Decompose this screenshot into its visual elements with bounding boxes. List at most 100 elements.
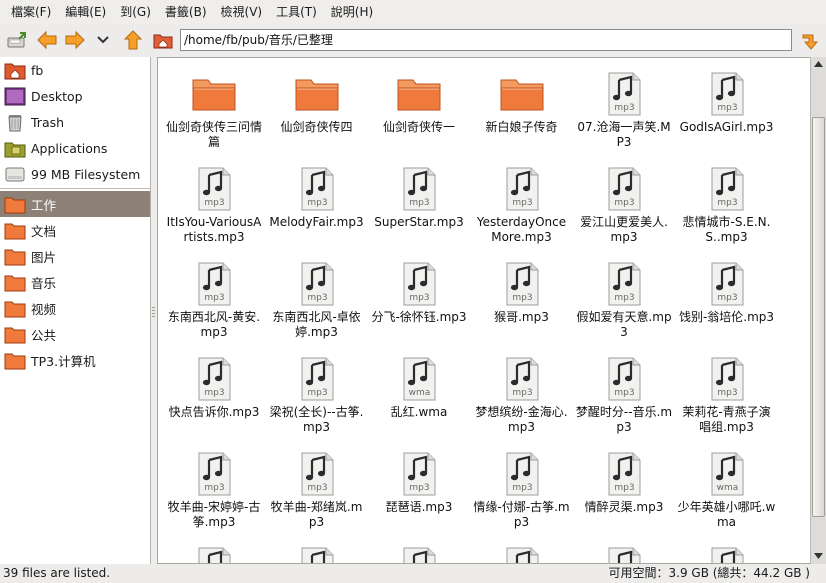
menu-help[interactable]: 說明(H) bbox=[324, 1, 380, 23]
audio-file-item[interactable]: wma 乱红.wma bbox=[366, 355, 472, 420]
audio-file-item[interactable]: mp3 MelodyFair.mp3 bbox=[264, 165, 370, 230]
audio-file-item[interactable]: mp3 琵琶语.mp3 bbox=[366, 450, 472, 515]
up-button[interactable] bbox=[120, 27, 146, 53]
sidebar-item-bookmark[interactable]: 音乐 bbox=[0, 269, 150, 295]
audio-file-item[interactable]: mp3 YesterdayOnceMore.mp3 bbox=[469, 165, 575, 245]
menu-edit[interactable]: 編輯(E) bbox=[58, 1, 113, 23]
sidebar-item-bookmark[interactable]: 工作 bbox=[0, 191, 150, 217]
file-name-label: YesterdayOnceMore.mp3 bbox=[476, 215, 567, 244]
reload-icon bbox=[802, 34, 819, 50]
audio-file-item[interactable]: mp3 茉莉花-青燕子演唱组.mp3 bbox=[674, 355, 780, 435]
audio-file-item[interactable]: mp3 假如爱有天意.mp3 bbox=[571, 260, 677, 340]
location-bar[interactable]: /home/fb/pub/音乐/已整理 bbox=[180, 29, 792, 51]
sidebar-item-bookmark[interactable]: 公共 bbox=[0, 321, 150, 347]
audio-file-item[interactable]: mp3 饯别-翁培伦.mp3 bbox=[674, 260, 780, 325]
sidebar-item-bookmark[interactable]: 图片 bbox=[0, 243, 150, 269]
sidebar-item-applications[interactable]: Applications bbox=[0, 135, 150, 161]
audio-file-icon: mp3 bbox=[469, 165, 575, 213]
back-button[interactable] bbox=[34, 27, 60, 53]
sidebar-item-bookmark[interactable]: 文档 bbox=[0, 217, 150, 243]
audio-file-icon: wma bbox=[366, 355, 472, 403]
history-dropdown-button[interactable] bbox=[92, 27, 114, 53]
folder-icon bbox=[3, 348, 27, 372]
sidebar-item-trash[interactable]: Trash bbox=[0, 109, 150, 135]
forward-button[interactable] bbox=[62, 27, 88, 53]
reload-button[interactable] bbox=[796, 27, 822, 53]
audio-file-item[interactable]: mp3 情缘-付娜-古筝.mp3 bbox=[469, 450, 575, 530]
audio-file-item[interactable]: wma 少年英雄小哪吒.wma bbox=[674, 450, 780, 530]
folder-item[interactable]: 仙剑奇侠传四 bbox=[264, 70, 370, 135]
home-folder-icon bbox=[153, 34, 173, 49]
scrollbar-thumb[interactable] bbox=[812, 117, 825, 517]
sidebar-item-bookmark[interactable]: 视频 bbox=[0, 295, 150, 321]
audio-file-item[interactable]: mp3 梦想缤纷-金海心.mp3 bbox=[469, 355, 575, 435]
folder-icon bbox=[161, 70, 267, 118]
sidebar-item-filesystem[interactable]: 99 MB Filesystem bbox=[0, 161, 150, 187]
audio-file-item[interactable]: mp3 牧羊曲-郑绪岚.mp3 bbox=[264, 450, 370, 530]
audio-file-item[interactable]: mp3 东南西北风-黄安.mp3 bbox=[161, 260, 267, 340]
audio-file-icon: mp3 bbox=[571, 545, 677, 563]
svg-text:mp3: mp3 bbox=[204, 198, 224, 208]
audio-file-item[interactable]: mp3 分飞-徐怀钰.mp3 bbox=[366, 260, 472, 325]
audio-file-item[interactable]: mp3 快点告诉你.mp3 bbox=[161, 355, 267, 420]
file-icon-view[interactable]: 仙剑奇侠传三问情篇 仙剑奇侠传四 仙剑奇侠传一 新白娘子传奇 mp3 07.沧海一声笑.M… bbox=[157, 57, 810, 564]
audio-file-item[interactable]: mp3 猴哥.mp3 bbox=[469, 260, 575, 325]
svg-text:mp3: mp3 bbox=[614, 483, 634, 493]
audio-file-item[interactable]: mp3 07.沧海一声笑.MP3 bbox=[571, 70, 677, 150]
scroll-up-button[interactable] bbox=[811, 57, 826, 71]
folder-item[interactable]: 仙剑奇侠传一 bbox=[366, 70, 472, 135]
menu-file[interactable]: 檔案(F) bbox=[4, 1, 58, 23]
svg-text:mp3: mp3 bbox=[512, 198, 532, 208]
home-button[interactable] bbox=[150, 27, 176, 53]
audio-file-item[interactable]: mp3 SuperStar.mp3 bbox=[366, 165, 472, 230]
folder-item[interactable]: 仙剑奇侠传三问情篇 bbox=[161, 70, 267, 150]
menu-go[interactable]: 到(G) bbox=[113, 1, 158, 23]
audio-file-item[interactable]: mp3 东南西北风-卓依婷.mp3 bbox=[264, 260, 370, 340]
svg-text:mp3: mp3 bbox=[614, 103, 634, 113]
folder-icon bbox=[3, 192, 27, 216]
audio-file-icon: mp3 bbox=[674, 545, 780, 563]
audio-file-icon: mp3 bbox=[264, 355, 370, 403]
audio-file-item[interactable]: mp3 bbox=[571, 545, 677, 563]
audio-file-icon: mp3 bbox=[469, 260, 575, 308]
scroll-down-button[interactable] bbox=[811, 549, 826, 563]
sidebar-item-home[interactable]: fb bbox=[0, 57, 150, 83]
audio-file-item[interactable]: mp3 GodIsAGirl.mp3 bbox=[674, 70, 780, 135]
audio-file-item[interactable]: mp3 bbox=[469, 545, 575, 563]
audio-file-item[interactable]: mp3 bbox=[161, 545, 267, 563]
sidebar: fb Desktop Trash Applications 99 MB File… bbox=[0, 57, 151, 564]
audio-file-item[interactable]: mp3 梦醒时分--音乐.mp3 bbox=[571, 355, 677, 435]
audio-file-item[interactable]: mp3 ItIsYou-VariousArtists.mp3 bbox=[161, 165, 267, 245]
menu-tools[interactable]: 工具(T) bbox=[269, 1, 324, 23]
svg-text:mp3: mp3 bbox=[614, 198, 634, 208]
audio-file-item[interactable]: mp3 悲情城市-S.E.N.S..mp3 bbox=[674, 165, 780, 245]
sidebar-item-desktop[interactable]: Desktop bbox=[0, 83, 150, 109]
triangle-down-icon bbox=[814, 553, 823, 559]
audio-file-icon: mp3 bbox=[161, 260, 267, 308]
audio-file-item[interactable]: mp3 梁祝(全长)--古筝.mp3 bbox=[264, 355, 370, 435]
file-name-label: 假如爱有天意.mp3 bbox=[576, 310, 672, 339]
menu-bookmarks[interactable]: 書籤(B) bbox=[158, 1, 214, 23]
file-name-label: 悲情城市-S.E.N.S..mp3 bbox=[682, 215, 771, 244]
audio-file-icon: mp3 bbox=[571, 260, 677, 308]
menu-view[interactable]: 檢視(V) bbox=[214, 1, 270, 23]
audio-file-icon: mp3 bbox=[469, 450, 575, 498]
audio-file-icon: mp3 bbox=[161, 450, 267, 498]
sidebar-item-bookmark[interactable]: TP3.计算机 bbox=[0, 347, 150, 373]
home-folder-icon bbox=[3, 58, 27, 82]
folder-icon bbox=[3, 296, 27, 320]
folder-item[interactable]: 新白娘子传奇 bbox=[469, 70, 575, 135]
audio-file-item[interactable]: mp3 bbox=[366, 545, 472, 563]
audio-file-item[interactable]: mp3 爱江山更爱美人.mp3 bbox=[571, 165, 677, 245]
audio-file-item[interactable]: mp3 牧羊曲-宋婷婷-古筝.mp3 bbox=[161, 450, 267, 530]
applications-icon bbox=[3, 136, 27, 160]
audio-file-item[interactable]: mp3 bbox=[674, 545, 780, 563]
audio-file-icon: mp3 bbox=[469, 545, 575, 563]
svg-text:mp3: mp3 bbox=[717, 198, 737, 208]
folder-icon bbox=[469, 70, 575, 118]
edit-location-button[interactable] bbox=[4, 27, 30, 53]
vertical-scrollbar[interactable] bbox=[810, 57, 826, 564]
audio-file-item[interactable]: mp3 bbox=[264, 545, 370, 563]
audio-file-item[interactable]: mp3 情醉灵渠.mp3 bbox=[571, 450, 677, 515]
audio-file-icon: mp3 bbox=[571, 450, 677, 498]
